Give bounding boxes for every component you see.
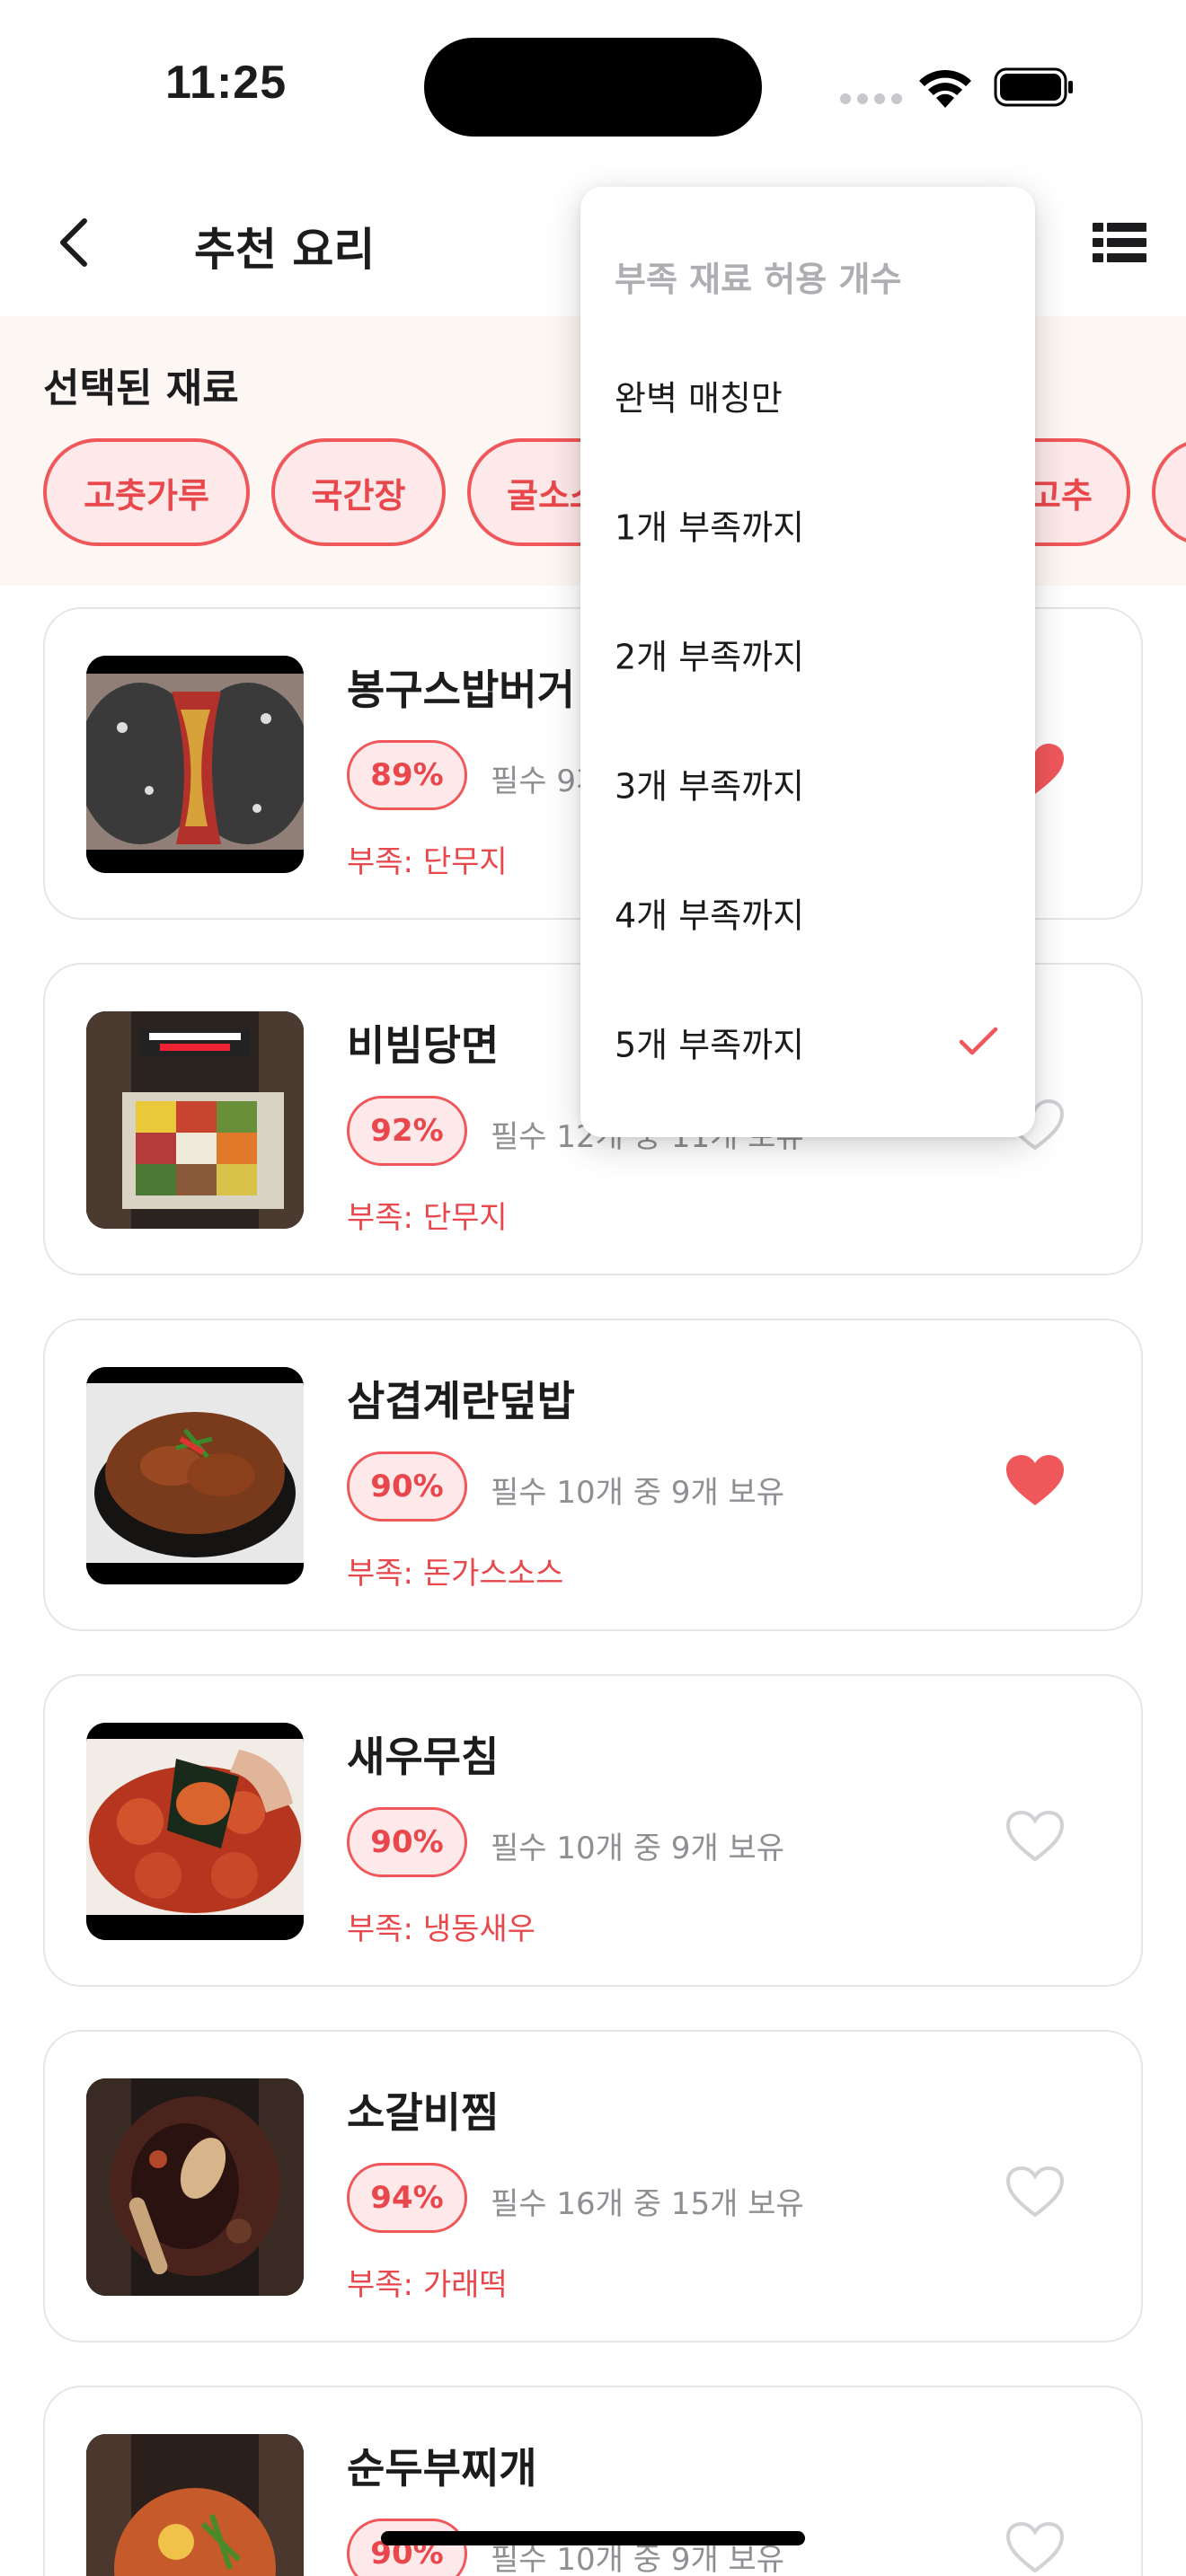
recipe-card[interactable]: 소갈비찜 94% 필수 16개 중 15개 보유 부족: 가래떡 <box>43 2030 1143 2342</box>
menu-item-missing-1[interactable]: 1개 부족까지 <box>580 460 1035 589</box>
recipe-thumbnail <box>86 1011 304 1229</box>
ingredient-chip[interactable]: 고춧가루 <box>43 438 250 546</box>
status-time: 11:25 <box>165 57 288 109</box>
required-count: 필수 10개 중 9개 보유 <box>491 1475 785 1511</box>
menu-item-label: 1개 부족까지 <box>615 507 805 548</box>
menu-title: 부족 재료 허용 개수 <box>615 260 902 299</box>
match-badge: 90% <box>347 2519 467 2576</box>
page-title: 추천 요리 <box>194 224 376 276</box>
recipe-thumbnail <box>86 1723 304 1940</box>
required-count: 필수 10개 중 9개 보유 <box>491 1831 785 1866</box>
heart-outline-icon <box>1005 2166 1065 2218</box>
match-badge: 92% <box>347 1096 467 1166</box>
favorite-button[interactable] <box>1005 1809 1066 1865</box>
missing-ingredients: 부족: 가래떡 <box>347 2267 508 2303</box>
recipe-thumbnail <box>86 2078 304 2296</box>
recipe-name: 순두부찌개 <box>347 2444 537 2492</box>
favorite-button[interactable] <box>1005 2520 1066 2576</box>
recipe-name: 새우무침 <box>347 1733 500 1781</box>
wifi-icon <box>919 69 971 108</box>
missing-ingredients: 부족: 단무지 <box>347 844 508 880</box>
dynamic-island <box>424 38 762 137</box>
heart-outline-icon <box>1005 1810 1065 1862</box>
cellular-signal-icon <box>840 93 903 106</box>
ingredient-chip[interactable] <box>1152 438 1186 546</box>
favorite-button[interactable] <box>1005 1453 1066 1509</box>
selected-ingredients-title: 선택된 재료 <box>43 366 239 411</box>
menu-item-missing-3[interactable]: 3개 부족까지 <box>580 719 1035 848</box>
menu-item-missing-4[interactable]: 4개 부족까지 <box>580 848 1035 977</box>
match-badge: 90% <box>347 1451 467 1522</box>
heart-outline-icon <box>1005 2521 1065 2573</box>
recipe-name: 소갈비찜 <box>347 2088 500 2137</box>
menu-item-label: 3개 부족까지 <box>615 766 805 807</box>
chevron-left-icon <box>60 218 87 267</box>
list-view-button[interactable] <box>1093 221 1146 264</box>
menu-item-label: 5개 부족까지 <box>615 1025 805 1065</box>
menu-item-missing-2[interactable]: 2개 부족까지 <box>580 589 1035 719</box>
menu-item-missing-5[interactable]: 5개 부족까지 <box>580 977 1035 1107</box>
match-badge: 94% <box>347 2163 467 2233</box>
recipe-name: 봉구스밥버거 <box>347 666 575 714</box>
recipe-card[interactable]: 순두부찌개 90% 필수 10개 중 9개 보유 <box>43 2386 1143 2576</box>
recipe-thumbnail <box>86 1367 304 1584</box>
favorite-button[interactable] <box>1005 2165 1066 2220</box>
ingredient-chip[interactable]: 국간장 <box>271 438 446 546</box>
checkmark-icon <box>959 1027 998 1055</box>
recipe-name: 비빔당면 <box>347 1021 500 1070</box>
recipe-name: 삼겹계란덮밥 <box>347 1377 575 1425</box>
recipe-card[interactable]: 삼겹계란덮밥 90% 필수 10개 중 9개 보유 부족: 돈가스소스 <box>43 1319 1143 1631</box>
required-count: 필수 16개 중 15개 보유 <box>491 2186 804 2222</box>
missing-allowance-menu[interactable]: 부족 재료 허용 개수 완벽 매칭만 1개 부족까지 2개 부족까지 3개 부족… <box>580 187 1035 1137</box>
missing-ingredients: 부족: 단무지 <box>347 1200 508 1236</box>
recipe-card[interactable]: 새우무침 90% 필수 10개 중 9개 보유 부족: 냉동새우 <box>43 1674 1143 1987</box>
recipe-thumbnail <box>86 656 304 873</box>
missing-ingredients: 부족: 냉동새우 <box>347 1911 535 1947</box>
missing-ingredients: 부족: 돈가스소스 <box>347 1556 564 1592</box>
recipe-thumbnail <box>86 2434 304 2576</box>
home-indicator[interactable] <box>381 2531 805 2545</box>
battery-icon <box>994 67 1073 107</box>
menu-item-label: 4개 부족까지 <box>615 895 805 936</box>
list-icon <box>1093 223 1146 262</box>
back-button[interactable] <box>47 207 110 278</box>
menu-item-label: 2개 부족까지 <box>615 637 805 677</box>
menu-item-perfect-match[interactable]: 완벽 매칭만 <box>580 331 1035 460</box>
menu-item-label: 완벽 매칭만 <box>615 378 783 419</box>
heart-filled-icon <box>1006 1455 1064 1505</box>
match-badge: 89% <box>347 740 467 810</box>
match-badge: 90% <box>347 1807 467 1877</box>
